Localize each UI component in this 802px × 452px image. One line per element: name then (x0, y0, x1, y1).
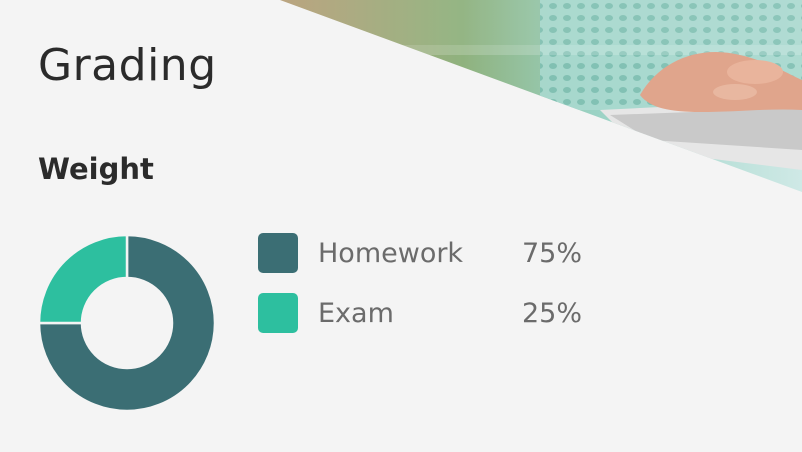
legend-swatch-exam (258, 293, 298, 333)
weight-donut-chart (39, 235, 215, 411)
legend-value: 25% (522, 298, 583, 329)
legend-swatch-homework (258, 233, 298, 273)
page-title: Grading (38, 40, 217, 91)
legend-label: Homework (318, 238, 464, 269)
donut-slice-exam (39, 235, 129, 325)
legend-value: 75% (522, 238, 583, 269)
legend-label: Exam (318, 298, 394, 329)
section-heading: Weight (38, 152, 154, 186)
